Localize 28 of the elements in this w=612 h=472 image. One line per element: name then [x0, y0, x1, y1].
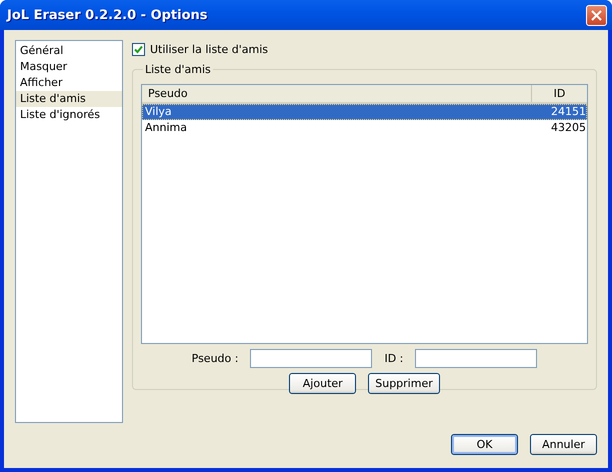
action-button[interactable]: Supprimer: [368, 373, 440, 394]
column-header[interactable]: Pseudo: [142, 85, 531, 102]
window-title: JoL Eraser 0.2.2.0 - Options: [7, 8, 208, 22]
check-icon: [134, 44, 143, 54]
close-icon: [591, 10, 602, 20]
field-label: Pseudo :: [192, 352, 238, 365]
close-button[interactable]: [586, 4, 607, 26]
table-cell-text: 24151: [550, 104, 587, 120]
checkbox[interactable]: [132, 42, 145, 56]
category-item[interactable]: Afficher: [16, 75, 122, 91]
category-item[interactable]: Général: [16, 43, 122, 59]
table-row[interactable]: Annima 43205: [142, 120, 587, 136]
action-button[interactable]: Ajouter: [289, 373, 356, 394]
checkbox-label: Utiliser la liste d'amis: [150, 42, 268, 56]
column-header[interactable]: ID: [531, 85, 587, 102]
group-title: Liste d'amis: [144, 63, 212, 76]
table-cell-text: Vilya: [144, 104, 173, 120]
table-cell-text: Annima: [144, 120, 188, 136]
table-row[interactable]: Vilya 24151: [142, 104, 587, 120]
category-item[interactable]: Masquer: [16, 59, 122, 75]
pseudo-field[interactable]: [250, 349, 372, 368]
table-cell-text: 43205: [550, 120, 587, 136]
category-item[interactable]: Liste d'ignorés: [16, 107, 122, 123]
id-field[interactable]: [415, 349, 538, 368]
category-item[interactable]: Liste d'amis: [16, 91, 122, 107]
dialog-button[interactable]: OK: [451, 434, 518, 455]
field-label: ID :: [384, 352, 404, 365]
dialog-button[interactable]: Annuler: [530, 434, 597, 455]
